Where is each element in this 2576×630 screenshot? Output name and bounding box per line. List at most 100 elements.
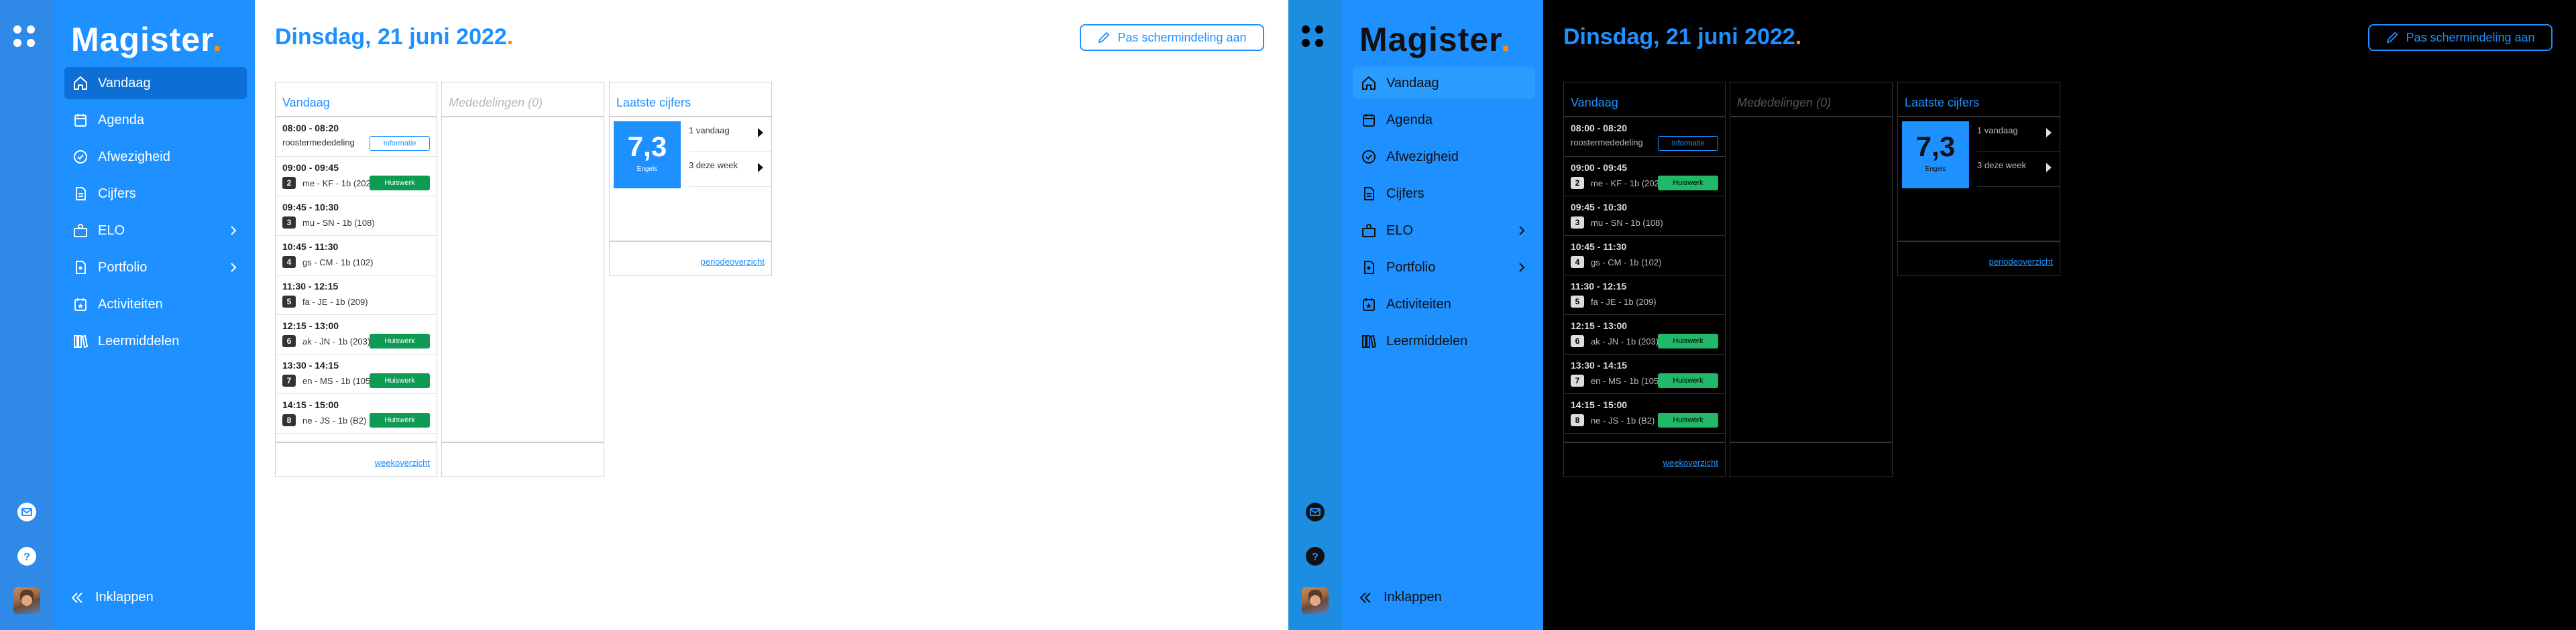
homework-badge[interactable]: Huiswerk: [1658, 373, 1718, 388]
row-desc: ak - JN - 1b (203): [302, 336, 371, 346]
schedule-row[interactable]: 14:15 - 15:00 8 ne - JS - 1b (B2) Huiswer…: [276, 394, 437, 434]
grade-summary-text: 3 deze week: [1977, 160, 2026, 170]
grade-summary-row[interactable]: 1 vandaag: [1977, 117, 2060, 152]
hour-badge: 7: [1571, 375, 1584, 387]
nav-item-portfolio[interactable]: Portfolio: [64, 251, 247, 284]
nav-item-cijfers[interactable]: Cijfers: [64, 178, 247, 210]
grade-tile[interactable]: 7,3 Engels: [614, 121, 681, 188]
weekoverzicht-link[interactable]: weekoverzicht: [1663, 458, 1718, 468]
mail-icon[interactable]: [16, 501, 38, 523]
pencil-icon: [1099, 32, 1110, 44]
homework-badge[interactable]: Huiswerk: [1658, 334, 1718, 349]
homework-badge[interactable]: Huiswerk: [370, 176, 430, 190]
help-icon[interactable]: ?: [1304, 546, 1326, 567]
schedule-row[interactable]: 10:45 - 11:30 4 gs - CM - 1b (102): [1564, 236, 1725, 275]
nav-item-afwezigheid[interactable]: Afwezigheid: [1353, 141, 1535, 173]
schedule-row[interactable]: 09:45 - 10:30 3 mu - SN - 1b (108): [1564, 196, 1725, 236]
nav-item-leermiddelen[interactable]: Leermiddelen: [1353, 325, 1535, 357]
caret-right-icon: [2046, 163, 2052, 172]
weekoverzicht-link[interactable]: weekoverzicht: [375, 458, 430, 468]
hour-badge: 3: [282, 216, 296, 229]
hour-badge: 5: [282, 296, 296, 308]
chevron-right-icon: [1519, 263, 1525, 272]
schedule-row[interactable]: 08:00 - 08:20 roostermededeling Informat…: [276, 117, 437, 157]
avatar[interactable]: [13, 587, 40, 614]
row-time: 08:00 - 08:20: [1571, 123, 1628, 133]
portfolio-icon: [1364, 261, 1374, 274]
cijfers-panel: Laatste cijfers 7,3 Engels 1 vandaag 3 d…: [609, 82, 772, 276]
nav-item-cijfers[interactable]: Cijfers: [1353, 178, 1535, 210]
help-icon[interactable]: ?: [16, 546, 38, 567]
collapse-button[interactable]: Inklappen: [70, 590, 154, 605]
hour-badge: 2: [282, 177, 296, 189]
mededelingen-panel: Mededelingen (0): [441, 82, 604, 477]
nav-item-vandaag[interactable]: Vandaag: [1353, 67, 1535, 99]
row-time: 13:30 - 14:15: [282, 360, 339, 371]
nav-item-elo[interactable]: ELO: [1353, 214, 1535, 247]
hour-badge: 7: [282, 375, 296, 387]
row-time: 08:00 - 08:20: [282, 123, 339, 133]
homework-badge[interactable]: Huiswerk: [370, 373, 430, 388]
panel-footer: [1730, 442, 1892, 477]
row-desc: ne - JS - 1b (B2): [302, 415, 367, 426]
row-desc: fa - JE - 1b (209): [302, 296, 368, 307]
row-time: 14:15 - 15:00: [1571, 399, 1628, 410]
nav-item-elo[interactable]: ELO: [64, 214, 247, 247]
grade-summary-text: 3 deze week: [689, 160, 738, 170]
periodeoverzicht-link[interactable]: periodeoverzicht: [701, 257, 765, 267]
collapse-button[interactable]: Inklappen: [1358, 590, 1442, 605]
nav-item-activiteiten[interactable]: Activiteiten: [64, 288, 247, 320]
info-badge[interactable]: Informatie: [1658, 136, 1718, 151]
schedule-row[interactable]: 09:45 - 10:30 3 mu - SN - 1b (108): [276, 196, 437, 236]
homework-badge[interactable]: Huiswerk: [1658, 176, 1718, 190]
cijfers-title: Laatste cijfers: [1898, 82, 2060, 117]
schedule-row[interactable]: 11:30 - 12:15 5 fa - JE - 1b (209): [276, 275, 437, 315]
customize-layout-button[interactable]: Pas schermindeling aan: [1080, 24, 1264, 51]
row-time: 09:00 - 09:45: [1571, 162, 1628, 173]
mail-icon[interactable]: [1304, 501, 1326, 523]
nav-label: ELO: [98, 223, 125, 238]
schedule-row[interactable]: 13:30 - 14:15 7 en - MS - 1b (105) Huiswe…: [276, 355, 437, 394]
nav-item-activiteiten[interactable]: Activiteiten: [1353, 288, 1535, 320]
row-time: 10:45 - 11:30: [1571, 241, 1627, 252]
nav-item-portfolio[interactable]: Portfolio: [1353, 251, 1535, 284]
periodeoverzicht-link[interactable]: periodeoverzicht: [1989, 257, 2053, 267]
hour-badge: 4: [1571, 256, 1584, 268]
row-time: 09:00 - 09:45: [282, 162, 339, 173]
info-badge[interactable]: Informatie: [370, 136, 430, 151]
panel-footer: periodeoverzicht: [610, 241, 771, 275]
chevrons-left-icon: [71, 592, 82, 603]
schedule-row[interactable]: 14:15 - 15:00 8 ne - JS - 1b (B2) Huiswer…: [1564, 394, 1725, 434]
vandaag-panel: Vandaag 08:00 - 08:20 roostermededeling …: [1563, 82, 1726, 477]
schedule-row[interactable]: 09:00 - 09:45 2 me - KF - 1b (202) Huiswe…: [1564, 157, 1725, 196]
row-time: 10:45 - 11:30: [282, 241, 339, 252]
schedule-row[interactable]: 12:15 - 13:00 6 ak - JN - 1b (203) Huiswe…: [1564, 315, 1725, 355]
schedule-row[interactable]: 08:00 - 08:20 roostermededeling Informat…: [1564, 117, 1725, 157]
nav-item-afwezigheid[interactable]: Afwezigheid: [64, 141, 247, 173]
nav-label: Activiteiten: [98, 296, 163, 312]
customize-layout-button[interactable]: Pas schermindeling aan: [2368, 24, 2553, 51]
hour-badge: 5: [1571, 296, 1584, 308]
grade-summary-row[interactable]: 3 deze week: [1977, 152, 2060, 187]
avatar[interactable]: [1302, 587, 1329, 614]
nav-item-agenda[interactable]: Agenda: [1353, 104, 1535, 136]
elo-icon: [1362, 224, 1376, 237]
homework-badge[interactable]: Huiswerk: [370, 413, 430, 428]
schedule-row[interactable]: 09:00 - 09:45 2 me - KF - 1b (202) Huiswe…: [276, 157, 437, 196]
nav-item-leermiddelen[interactable]: Leermiddelen: [64, 325, 247, 357]
nav-item-agenda[interactable]: Agenda: [64, 104, 247, 136]
schedule-row[interactable]: 13:30 - 14:15 7 en - MS - 1b (105) Huiswe…: [1564, 355, 1725, 394]
nav-item-vandaag[interactable]: Vandaag: [64, 67, 247, 99]
schedule-row[interactable]: 10:45 - 11:30 4 gs - CM - 1b (102): [276, 236, 437, 275]
app-grid-icon[interactable]: [1302, 25, 1329, 52]
row-desc: me - KF - 1b (202): [1591, 178, 1663, 188]
grade-summary-row[interactable]: 1 vandaag: [689, 117, 771, 152]
schedule-row[interactable]: 11:30 - 12:15 5 fa - JE - 1b (209): [1564, 275, 1725, 315]
homework-badge[interactable]: Huiswerk: [1658, 413, 1718, 428]
chevrons-left-icon: [1359, 592, 1371, 603]
homework-badge[interactable]: Huiswerk: [370, 334, 430, 349]
schedule-row[interactable]: 12:15 - 13:00 6 ak - JN - 1b (203) Huiswe…: [276, 315, 437, 355]
app-grid-icon[interactable]: [13, 25, 40, 52]
grade-tile[interactable]: 7,3 Engels: [1902, 121, 1969, 188]
grade-summary-row[interactable]: 3 deze week: [689, 152, 771, 187]
